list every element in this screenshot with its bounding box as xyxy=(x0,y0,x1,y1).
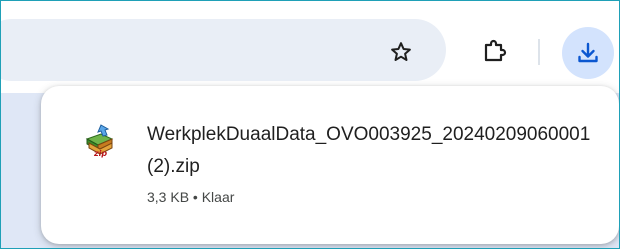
puzzle-piece-icon xyxy=(484,39,507,62)
star-outline-icon xyxy=(391,42,411,61)
download-arrow-icon xyxy=(578,42,598,63)
browser-toolbar xyxy=(1,1,619,93)
extensions-button[interactable] xyxy=(479,36,509,66)
downloads-button[interactable] xyxy=(562,27,614,79)
download-file-name[interactable]: WerkplekDuaalData_OVO003925_202402090600… xyxy=(147,119,597,183)
download-status: 3,3 KB • Klaar xyxy=(147,189,235,205)
address-bar[interactable] xyxy=(1,19,446,81)
toolbar-divider xyxy=(538,39,540,65)
svg-text:zip: zip xyxy=(93,149,107,158)
bookmark-button[interactable] xyxy=(387,38,415,66)
download-item-icon[interactable]: zip xyxy=(81,123,117,159)
zip-archive-icon: zip xyxy=(85,124,114,158)
download-bubble: zip WerkplekDuaalData_OVO003925_20240209… xyxy=(41,86,619,244)
browser-window: zip WerkplekDuaalData_OVO003925_20240209… xyxy=(0,0,620,249)
